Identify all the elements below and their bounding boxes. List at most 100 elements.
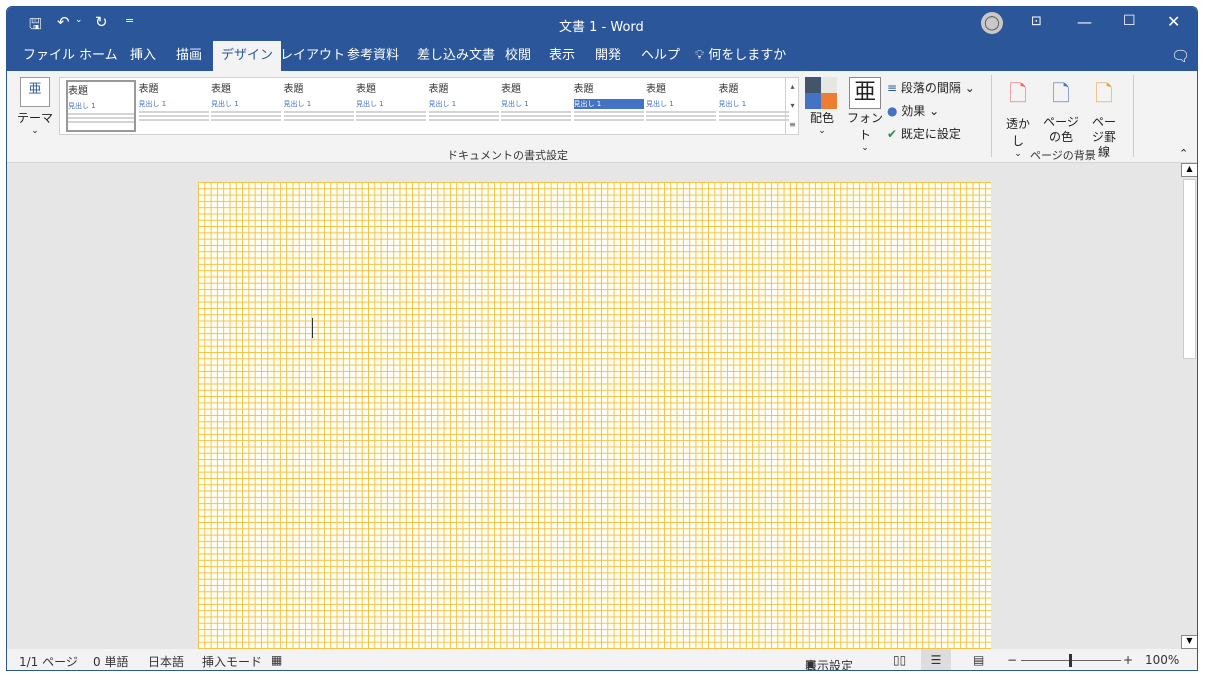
set-default-button[interactable]: ✔ 既定に設定 <box>887 123 975 146</box>
tab-review[interactable]: 校閲 <box>497 41 539 71</box>
page-color-button[interactable]: 🗋 ページの色 <box>1039 77 1083 145</box>
thumb-title: 表題 <box>356 84 376 95</box>
colors-icon <box>805 77 837 109</box>
fonts-button[interactable]: 亜 フォント ⌄ <box>845 77 885 153</box>
thumb-heading: 見出し 1 <box>211 100 239 108</box>
ribbon: 亜 テーマ ⌄ 表題 見出し 1 表題 見出し 1 表題 見出し 1 表題 見出し 1 表題 見出し… <box>7 71 1197 163</box>
watermark-icon: 🗋 <box>1009 82 1027 107</box>
tell-me-search[interactable]: 💡︎ 何をしますか <box>687 41 794 71</box>
colors-label: 配色 <box>809 111 834 125</box>
style-set-thumbnail[interactable]: 表題見出し 1 <box>211 80 281 132</box>
theme-icon: 亜 <box>20 77 50 107</box>
page-borders-icon: 🗋 <box>1095 82 1113 107</box>
tab-help[interactable]: ヘルプ <box>633 41 688 71</box>
fonts-label: フォント <box>846 111 883 142</box>
style-set-thumbnail[interactable]: 表題 見出し 1 <box>66 80 136 132</box>
style-set-thumbnail[interactable]: 表題見出し 1 <box>718 80 789 132</box>
web-layout-icon[interactable]: ▤ <box>973 653 984 667</box>
thumb-title: 表題 <box>718 84 739 95</box>
zoom-slider[interactable] <box>1021 654 1121 667</box>
fonts-icon: 亜 <box>849 77 881 109</box>
style-set-thumbnail[interactable]: 表題見出し 1 <box>356 80 426 132</box>
watermark-button[interactable]: 🗋 透かし ⌄ <box>1003 77 1033 159</box>
thumb-heading: 見出し 1 <box>68 102 96 110</box>
thumb-heading: 見出し 1 <box>501 100 529 108</box>
word-window: 🖫 ↶ ⌄ ↻ = 文書 1 - Word ◯ ⊡ — ☐ ✕ ファイル ホーム… <box>6 6 1198 671</box>
effects-button[interactable]: ● 効果 ⌄ <box>887 100 975 123</box>
thumb-title: 表題 <box>283 84 304 95</box>
tab-design[interactable]: デザイン <box>213 41 282 71</box>
paragraph-spacing-icon: ≡ <box>887 81 901 95</box>
page-color-icon: 🗋 <box>1052 82 1070 107</box>
scroll-up-icon[interactable]: ▲ <box>1181 163 1197 177</box>
collapse-ribbon-icon[interactable]: ⌃ <box>1179 147 1188 160</box>
thumb-title: 表題 <box>428 84 449 95</box>
undo-dropdown-icon[interactable]: ⌄ <box>75 15 83 25</box>
tab-home[interactable]: ホーム <box>71 41 126 71</box>
thumb-heading: 見出し 1 <box>718 100 747 108</box>
thumb-title: 表題 <box>211 84 231 95</box>
colors-button[interactable]: 配色 ⌄ <box>805 77 839 136</box>
style-set-gallery: 表題 見出し 1 表題 見出し 1 表題 見出し 1 表題 見出し 1 表題 見出し 1 表題 見出し… <box>59 77 799 135</box>
comments-icon[interactable]: 🗨︎ <box>1163 41 1197 71</box>
tab-insert[interactable]: 挿入 <box>122 41 164 71</box>
thumb-heading: 見出し 1 <box>356 100 384 108</box>
thumb-heading: 見出し 1 <box>646 100 674 108</box>
word-count[interactable]: 0 単語 <box>93 653 128 670</box>
title-bar: 🖫 ↶ ⌄ ↻ = 文書 1 - Word ◯ ⊡ — ☐ ✕ <box>7 7 1197 41</box>
status-bar: 1/1 ページ 0 単語 日本語 挿入モード ▦ ▣ 表示設定 ▯▯ ☰ ▤ − … <box>7 649 1197 670</box>
window-title: 文書 1 - Word <box>559 20 644 35</box>
page-count[interactable]: 1/1 ページ <box>19 653 78 670</box>
style-set-thumbnail[interactable]: 表題 見出し 1 <box>283 80 354 132</box>
group-document-formatting: ドキュメントの書式設定 <box>447 149 568 162</box>
zoom-in-button[interactable]: + <box>1123 653 1133 667</box>
group-page-background: ページの背景 <box>1030 149 1096 162</box>
insert-mode[interactable]: 挿入モード <box>202 653 262 670</box>
style-set-thumbnail[interactable]: 表題見出し 1 <box>646 80 716 132</box>
thumb-heading: 見出し 1 <box>428 100 457 108</box>
read-mode-icon[interactable]: ▯▯ <box>893 653 906 667</box>
language[interactable]: 日本語 <box>148 653 184 670</box>
macro-record-icon[interactable]: ▦ <box>271 653 282 667</box>
style-set-thumbnail[interactable]: 表題見出し 1 <box>501 80 571 132</box>
thumb-heading: 見出し 1 <box>138 100 167 108</box>
paragraph-spacing-button[interactable]: ≡ 段落の間隔 ⌄ <box>887 77 975 100</box>
ribbon-tabs: ファイル ホーム 挿入 描画 デザイン レイアウト 参考資料 差し込み文書 校閲… <box>7 41 1197 71</box>
zoom-out-button[interactable]: − <box>1007 653 1017 667</box>
thumb-title: 表題 <box>501 84 521 95</box>
zoom-level[interactable]: 100% <box>1145 653 1179 667</box>
tab-developer[interactable]: 開発 <box>587 41 629 71</box>
zoom-slider-thumb[interactable] <box>1069 654 1072 667</box>
vertical-scrollbar[interactable]: ▲ ▼ <box>1181 163 1197 649</box>
themes-button[interactable]: 亜 テーマ ⌄ <box>15 75 55 145</box>
checkmark-icon: ✔ <box>887 127 901 141</box>
ribbon-display-icon[interactable]: ⊡ <box>1031 14 1042 29</box>
scroll-down-icon[interactable]: ▼ <box>1181 635 1197 649</box>
customize-qat-icon[interactable]: = <box>125 14 134 27</box>
maximize-button[interactable]: ☐ <box>1123 13 1136 29</box>
thumb-title: 表題 <box>573 84 594 95</box>
account-avatar[interactable]: ◯ <box>981 12 1003 34</box>
gallery-scroll[interactable]: ▴ ▾ ≡ <box>785 77 799 135</box>
lightbulb-icon: 💡︎ <box>695 48 709 63</box>
tab-references[interactable]: 参考資料 <box>339 41 407 71</box>
style-set-thumbnail[interactable]: 表題見出し 1 <box>573 80 644 132</box>
effects-icon: ● <box>887 104 902 118</box>
scroll-thumb[interactable] <box>1183 179 1196 359</box>
tab-view[interactable]: 表示 <box>541 41 583 71</box>
undo-icon[interactable]: ↶ <box>57 13 70 31</box>
tell-me-label: 何をしますか <box>708 48 787 63</box>
style-set-thumbnail[interactable]: 表題見出し 1 <box>428 80 499 132</box>
document-page[interactable] <box>198 182 991 662</box>
thumb-heading: 見出し 1 <box>573 99 644 109</box>
style-set-thumbnail[interactable]: 表題 見出し 1 <box>138 80 209 132</box>
minimize-button[interactable]: — <box>1077 13 1092 31</box>
tab-draw[interactable]: 描画 <box>168 41 210 71</box>
thumb-title: 表題 <box>646 84 666 95</box>
redo-icon[interactable]: ↻ <box>95 13 108 31</box>
save-icon[interactable]: 🖫 <box>29 14 42 39</box>
close-button[interactable]: ✕ <box>1167 12 1180 31</box>
themes-label: テーマ <box>16 111 53 125</box>
print-layout-icon[interactable]: ☰ <box>921 649 951 670</box>
tab-mailings[interactable]: 差し込み文書 <box>409 41 503 71</box>
